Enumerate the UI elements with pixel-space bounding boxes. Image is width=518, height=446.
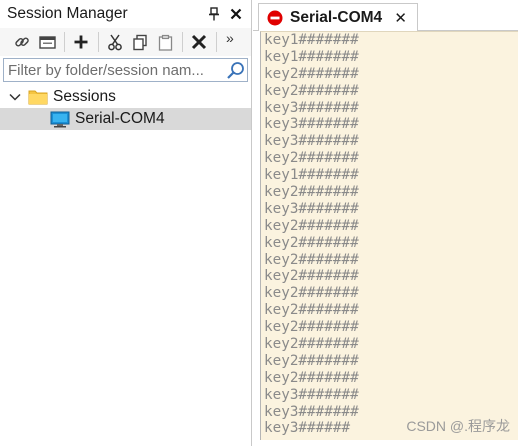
terminal-line: key3####### (264, 116, 359, 133)
new-window-icon[interactable] (36, 31, 58, 53)
terminal-line: key2####### (264, 184, 359, 201)
terminal-line: key3####### (264, 99, 359, 116)
session-toolbar: » (0, 28, 251, 56)
terminal-line: key2####### (264, 150, 359, 167)
tab-label: Serial-COM4 (290, 8, 383, 26)
terminal-line: key2####### (264, 82, 359, 99)
monitor-icon (50, 110, 70, 128)
toolbar-separator (64, 32, 65, 52)
tab-strip: Serial-COM4 ✕ (253, 0, 518, 31)
terminal-line: key2####### (264, 285, 359, 302)
terminal-line: key2####### (264, 234, 359, 251)
search-icon[interactable] (223, 59, 247, 81)
toolbar-separator (182, 32, 183, 52)
terminal-line: key1####### (264, 167, 359, 184)
paste-icon[interactable] (154, 31, 176, 53)
tab-serial-com4[interactable]: Serial-COM4 ✕ (258, 3, 418, 31)
add-icon[interactable] (70, 31, 92, 53)
terminal-line: key1####### (264, 32, 359, 48)
cut-icon[interactable] (104, 31, 126, 53)
terminal-output[interactable]: key1####### key1####### key2####### key2###… (260, 31, 518, 440)
terminal-pane: Serial-COM4 ✕ key1####### key1####### key2… (253, 0, 518, 446)
toolbar-overflow-button[interactable]: » (226, 31, 234, 45)
pin-icon[interactable] (205, 5, 223, 23)
tab-close-icon[interactable]: ✕ (394, 9, 407, 27)
terminal-line: key2####### (264, 251, 359, 268)
chevron-down-icon[interactable] (8, 90, 22, 104)
terminal-line: key2####### (264, 65, 359, 82)
filter-box (3, 58, 248, 82)
session-manager-header: Session Manager (0, 0, 251, 28)
tree-item-label: Sessions (53, 88, 116, 105)
close-icon[interactable] (227, 5, 245, 23)
delete-icon[interactable] (188, 31, 210, 53)
session-tree: Sessions Serial-COM4 (0, 86, 251, 130)
terminal-line: key3####### (264, 386, 359, 403)
session-manager-pane: Session Manager » Filter by folder/sessi… (0, 0, 252, 446)
toolbar-separator (98, 32, 99, 52)
toolbar-separator (216, 32, 217, 52)
session-manager-title: Session Manager (7, 5, 128, 22)
watermark: CSDN @.程序龙 (406, 418, 510, 434)
tree-item-sessions[interactable]: Sessions (0, 86, 251, 108)
terminal-line: key2####### (264, 369, 359, 386)
folder-icon (28, 88, 48, 106)
tree-item-serial-com4[interactable]: Serial-COM4 (0, 108, 251, 130)
copy-icon[interactable] (129, 31, 151, 53)
link-icon[interactable] (11, 31, 33, 53)
filter-input[interactable] (4, 61, 223, 79)
terminal-line: key1####### (264, 48, 359, 65)
terminal-line: key2####### (264, 336, 359, 353)
terminal-line: key3####### (264, 200, 359, 217)
terminal-line: key3####### (264, 133, 359, 150)
terminal-line: key2####### (264, 302, 359, 319)
terminal-line: key2####### (264, 217, 359, 234)
tree-item-label: Serial-COM4 (75, 110, 165, 127)
terminal-line: key2####### (264, 352, 359, 369)
terminal-line: key2####### (264, 319, 359, 336)
terminal-line: key2####### (264, 268, 359, 285)
disconnected-status-icon (267, 10, 283, 26)
